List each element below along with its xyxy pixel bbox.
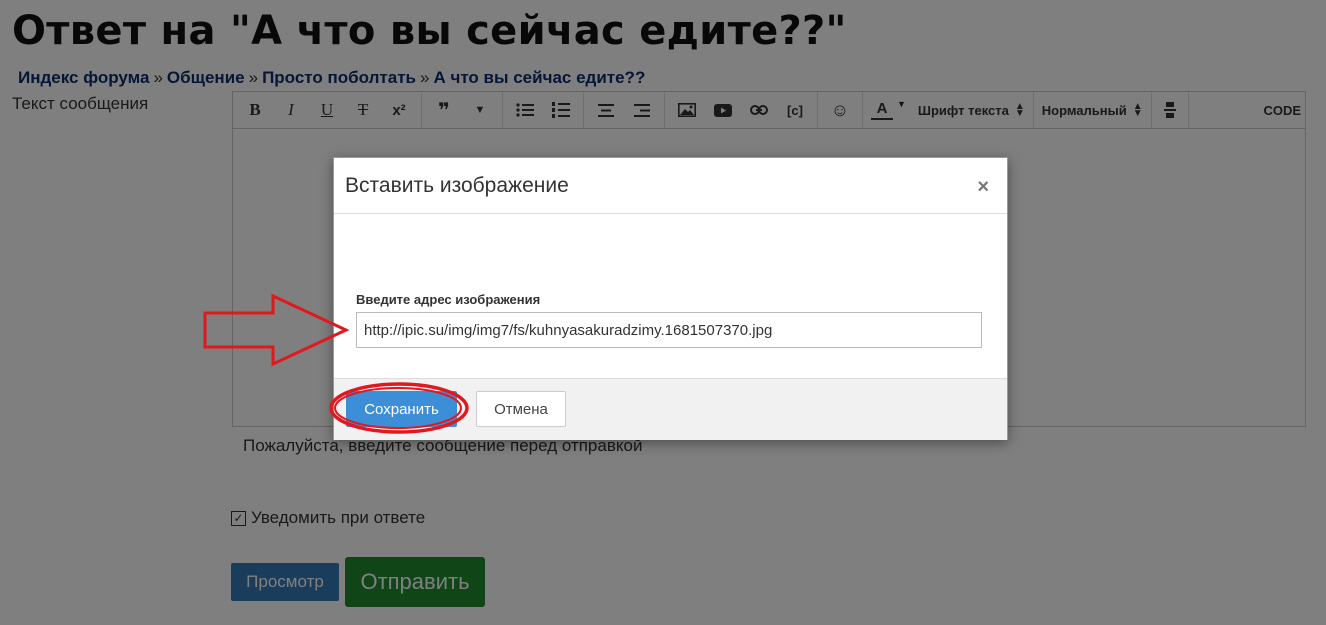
dialog-body: Введите адрес изображения [334, 214, 1007, 378]
insert-image-dialog: Вставить изображение × Введите адрес изо… [333, 157, 1008, 440]
dialog-header: Вставить изображение × [334, 158, 1007, 214]
save-button[interactable]: Сохранить [346, 391, 457, 427]
dialog-footer: Сохранить Отмена [334, 378, 1007, 440]
close-icon[interactable]: × [977, 176, 989, 199]
dialog-title: Вставить изображение [345, 174, 569, 197]
cancel-button[interactable]: Отмена [476, 391, 566, 427]
image-url-input[interactable] [356, 312, 982, 348]
image-url-label: Введите адрес изображения [356, 292, 541, 307]
